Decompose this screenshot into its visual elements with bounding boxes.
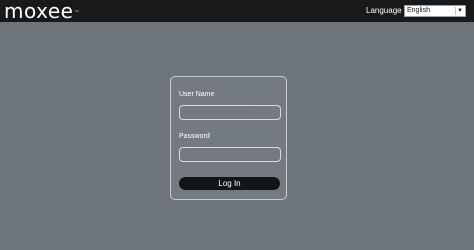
top-bar: moxee™ Language : English ▼ [0, 0, 474, 22]
password-input[interactable] [179, 147, 281, 162]
language-label: Language : [366, 6, 407, 15]
logo-text: moxee [4, 0, 74, 23]
username-label: User Name [179, 91, 215, 98]
login-button[interactable]: Log In [179, 177, 280, 190]
chevron-down-icon: ▼ [455, 7, 464, 15]
login-panel: User Name Password Log In [170, 76, 287, 200]
password-label: Password [179, 133, 210, 140]
trademark-mark: ™ [74, 10, 80, 16]
language-selected-value: English [407, 7, 430, 14]
language-select[interactable]: English ▼ [404, 5, 466, 17]
username-input[interactable] [179, 105, 281, 120]
moxee-logo: moxee™ [4, 0, 80, 22]
